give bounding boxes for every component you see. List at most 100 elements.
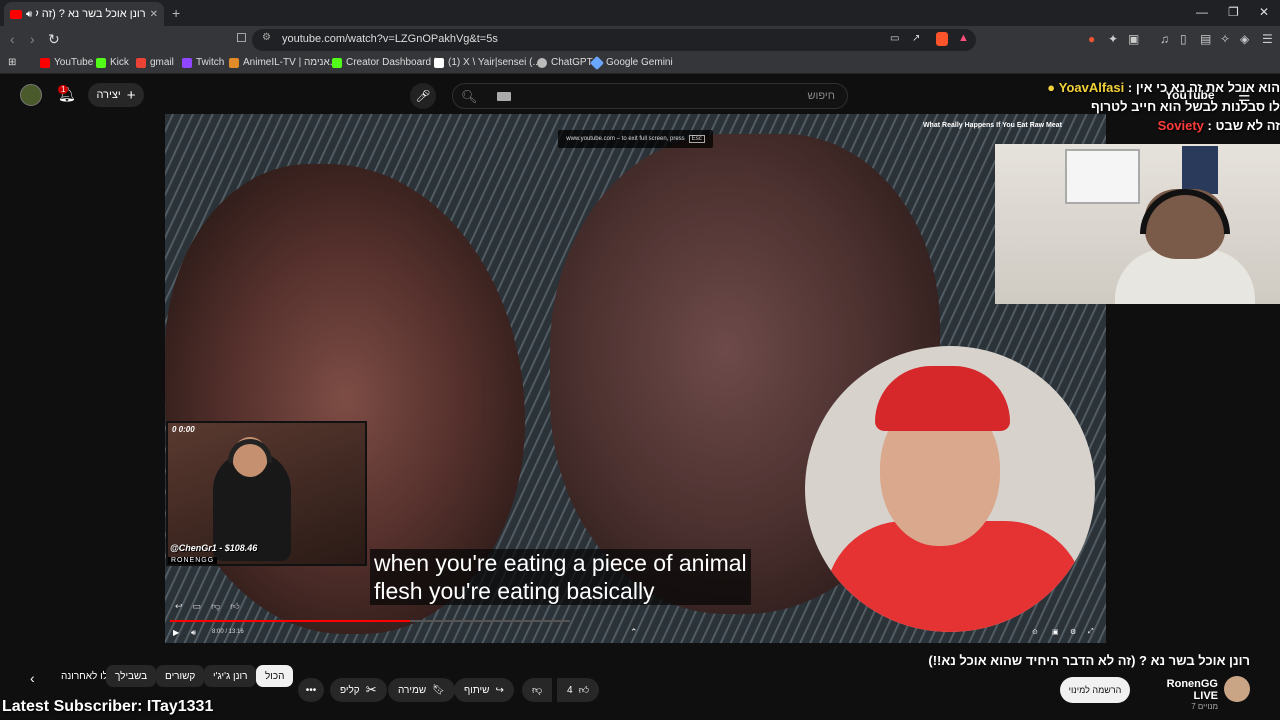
bookmarks-bar: ⊞ YouTube Kick gmail Twitch AnimeIL-TV |… (0, 54, 1280, 74)
chip-all[interactable]: הכול (256, 665, 294, 687)
back-icon[interactable]: ‹ (10, 31, 15, 47)
chip-related[interactable]: קשורים (156, 665, 205, 687)
chat-message-1: הוא אוכל את זה נא כי אין : YoavAlfasi ● (1047, 80, 1280, 95)
channel-info[interactable]: RonenGG LIVE 7 מנויים (1140, 678, 1218, 711)
kick-icon (332, 57, 342, 68)
headphones-icon (228, 439, 272, 463)
thumbs-up-icon: 👍︎ (578, 685, 590, 696)
speaker-icon[interactable]: 🔊︎ (26, 9, 32, 20)
chip-ronen[interactable]: רונן ג'יג'י (204, 665, 257, 687)
share-arrow-icon: ↪ (495, 684, 504, 696)
scissors-icon: ✂ (365, 682, 377, 697)
headphones-icon (1140, 189, 1230, 234)
close-window-button[interactable]: ✕ (1259, 5, 1269, 19)
video-subtitles: when you're eating a piece of animal fle… (370, 549, 751, 605)
minimize-button[interactable]: — (1196, 5, 1208, 19)
brave-rewards-icon[interactable]: ▲ (958, 32, 969, 44)
menu-icon[interactable]: ☰ (1262, 32, 1273, 46)
bookmark-chatgpt[interactable]: ChatGPT (537, 57, 593, 68)
chat-username: Soviety (1157, 118, 1204, 133)
subtitle-line-1: when you're eating a piece of animal (374, 550, 747, 576)
new-tab-button[interactable]: + (172, 5, 180, 21)
dislike-icon: 👎︎ (211, 601, 221, 611)
site-info-icon[interactable]: ⚙ (262, 32, 271, 43)
chip-for-you[interactable]: בשבילך (106, 665, 157, 687)
bookmark-gemini[interactable]: Google Gemini (589, 55, 673, 70)
chat-message-3: זה לא שבט : Soviety (1157, 118, 1280, 133)
create-button[interactable]: יצירה + (88, 83, 144, 107)
search-icon[interactable]: 🔍︎ (461, 89, 478, 105)
chat-username: YoavAlfasi (1058, 80, 1125, 95)
time-display: 8:00 / 13:16 (212, 629, 244, 635)
bookmark-icon[interactable]: ☐ (236, 31, 247, 45)
chevron-up-icon[interactable]: ⌃ (630, 627, 638, 638)
leo-ai-icon[interactable]: ✧ (1220, 32, 1230, 46)
streamer-tag: RONENGG (168, 557, 218, 564)
more-actions-button[interactable]: ••• (298, 678, 324, 702)
streamer-webcam-overlay: 0 0:00 @ChenGr1 - $108.46 RONENGG (166, 421, 367, 566)
fullscreen-hint-text: www.youtube.com – to exit full screen, p… (566, 136, 685, 142)
channel-avatar[interactable] (1224, 676, 1250, 702)
plus-icon: + (126, 86, 136, 104)
poster-background (1182, 146, 1218, 194)
reload-icon[interactable]: ↻ (48, 31, 60, 48)
media-icon[interactable]: ♫ (1160, 32, 1169, 46)
chevron-left-icon[interactable]: ‹ (30, 670, 35, 686)
cast-icon[interactable]: ▭ (890, 33, 899, 44)
vpn-icon[interactable]: ◈ (1240, 32, 1249, 46)
bookmark-youtube[interactable]: YouTube (40, 57, 93, 68)
esc-key-label: Esc (688, 135, 705, 143)
comment-icon: ▭ (192, 601, 202, 611)
extension-record-icon[interactable]: ● (1088, 32, 1095, 46)
save-button[interactable]: שמירה 🔖︎ (388, 678, 455, 702)
bookmark-kick[interactable]: Kick (96, 57, 129, 68)
window-background (1065, 149, 1140, 204)
share-page-icon[interactable]: ↗ (912, 33, 920, 44)
bookmark-creator-dashboard[interactable]: Creator Dashboard |... (332, 57, 445, 68)
address-bar-row: ‹ › ↻ ☐ ⚙ youtube.com/watch?v=LZGnOPakhV… (0, 26, 1280, 54)
url-field[interactable]: ⚙ youtube.com/watch?v=LZGnOPakhVg&t=5s ▭… (252, 29, 976, 51)
play-icon[interactable]: ▶ (173, 628, 179, 637)
sidebar-icon[interactable]: ▯ (1180, 32, 1187, 46)
browser-tab-active[interactable]: 🔊︎ רונן אוכל בשר נא ? (זה לא (1) ✕ (4, 2, 164, 26)
latest-subscriber-overlay: Latest Subscriber: ITay1331 (2, 698, 214, 715)
channel-name[interactable]: RonenGG LIVE (1140, 678, 1218, 702)
extensions-icon[interactable]: ✦ (1108, 32, 1118, 46)
share-button[interactable]: שיתוף ↪ (454, 678, 514, 702)
fullscreen-exit-hint: www.youtube.com – to exit full screen, p… (558, 130, 713, 148)
search-input[interactable]: 🔍︎ חיפוש (452, 83, 848, 109)
tab-title: רונן אוכל בשר נא ? (זה לא (1) (36, 8, 146, 20)
x-icon (434, 57, 444, 68)
dislike-button[interactable]: 👎︎ (522, 678, 553, 702)
red-cap (875, 366, 1010, 431)
donation-text: @ChenGr1 - $108.46 (170, 543, 258, 553)
clip-button[interactable]: קליפ ✂ (330, 678, 387, 702)
gemini-icon (589, 55, 605, 70)
account-avatar[interactable] (20, 84, 42, 106)
bookmark-x[interactable]: (1) X \ Yair|sensei (... (434, 57, 541, 68)
kick-icon (96, 57, 106, 68)
wallet-icon[interactable]: ▤ (1200, 32, 1211, 46)
maximize-button[interactable]: ❐ (1228, 5, 1239, 19)
progress-bar[interactable] (170, 620, 570, 622)
create-label: יצירה (96, 89, 121, 101)
bookmark-animeil[interactable]: AnimeIL-TV | אנימה... (229, 57, 338, 68)
screenshot-icon[interactable]: ▣ (1128, 32, 1139, 46)
fullscreen-icon[interactable]: ⤢ (1088, 628, 1094, 636)
close-tab-icon[interactable]: ✕ (150, 9, 158, 20)
bookmark-twitch[interactable]: Twitch (182, 57, 224, 68)
guest-circle-video (805, 346, 1095, 632)
apps-grid-icon[interactable]: ⊞ (8, 57, 16, 68)
subscribe-button[interactable]: הרשמה למינוי (1060, 677, 1130, 703)
bookmark-gmail[interactable]: gmail (136, 57, 174, 68)
chat-overlay: הוא אוכל את זה נא כי אין : YoavAlfasi ● … (1030, 80, 1280, 137)
voice-search-button[interactable]: 🎤︎ (410, 83, 436, 109)
forward-icon[interactable]: › (30, 31, 35, 47)
microphone-icon: 🎤︎ (415, 89, 431, 103)
brave-shield-icon[interactable] (936, 32, 948, 46)
keyboard-icon[interactable] (497, 92, 511, 101)
volume-icon[interactable]: 🔊︎ (191, 628, 196, 638)
like-button[interactable]: 4 👍︎ (557, 678, 600, 702)
search-placeholder: חיפוש (807, 90, 835, 102)
facecam-overlay (995, 144, 1280, 304)
